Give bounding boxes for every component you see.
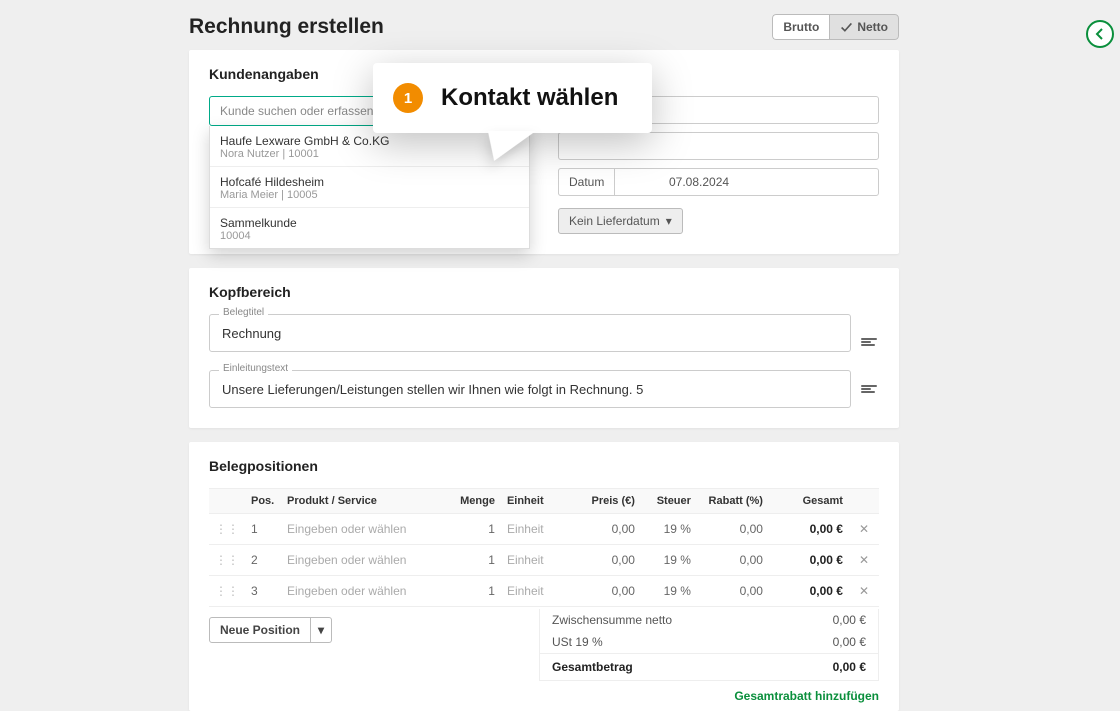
grand-value: 0,00 €	[833, 660, 866, 674]
customer-suggestion-item[interactable]: Sammelkunde 10004	[210, 207, 529, 248]
chevron-down-icon: ▾	[666, 214, 672, 228]
col-pos: Pos.	[245, 489, 281, 514]
drag-handle-icon[interactable]: ⋮⋮	[215, 553, 239, 567]
subtotal-label: Zwischensumme netto	[552, 613, 672, 627]
add-overall-discount-link[interactable]: Gesamtrabatt hinzufügen	[209, 689, 879, 703]
callout-step-badge: 1	[393, 83, 423, 113]
remove-row-icon[interactable]: ✕	[855, 553, 873, 567]
remove-row-icon[interactable]: ✕	[855, 584, 873, 598]
grand-label: Gesamtbetrag	[552, 660, 633, 674]
table-row[interactable]: ⋮⋮ 1 Eingeben oder wählen 1 Einheit 0,00…	[209, 514, 879, 545]
onboarding-callout: 1 Kontakt wählen	[373, 63, 652, 133]
netto-button[interactable]: Netto	[829, 14, 899, 40]
date-field[interactable]: Datum 07.08.2024	[558, 168, 879, 196]
doc-title-label: Belegtitel	[219, 307, 268, 318]
reference-input[interactable]	[559, 139, 878, 153]
col-prod: Produkt / Service	[281, 489, 447, 514]
tax-value: 0,00 €	[833, 635, 866, 649]
drag-handle-icon[interactable]: ⋮⋮	[215, 522, 239, 536]
callout-text: Kontakt wählen	[441, 84, 618, 112]
table-row[interactable]: ⋮⋮ 3 Eingeben oder wählen 1 Einheit 0,00…	[209, 576, 879, 607]
customer-suggestion-item[interactable]: Hofcafé Hildesheim Maria Meier | 10005	[210, 166, 529, 207]
collapse-sidebar-button[interactable]	[1086, 20, 1114, 48]
col-tax: Steuer	[641, 489, 697, 514]
table-row[interactable]: ⋮⋮ 2 Eingeben oder wählen 1 Einheit 0,00…	[209, 545, 879, 576]
items-panel: Belegpositionen Pos. Produkt / Service M…	[189, 442, 899, 711]
doc-title-input[interactable]	[210, 326, 850, 341]
text-options-icon[interactable]	[861, 385, 879, 393]
col-discount: Rabatt (%)	[697, 489, 769, 514]
col-unit: Einheit	[501, 489, 571, 514]
chevron-down-icon: ▾	[318, 623, 324, 637]
no-delivery-date-button[interactable]: Kein Lieferdatum ▾	[558, 208, 683, 234]
remove-row-icon[interactable]: ✕	[855, 522, 873, 536]
items-panel-title: Belegpositionen	[209, 458, 879, 474]
intro-text-label: Einleitungstext	[219, 363, 292, 374]
drag-handle-icon[interactable]: ⋮⋮	[215, 584, 239, 598]
col-qty: Menge	[447, 489, 501, 514]
net-gross-toggle: Brutto Netto	[772, 14, 899, 40]
col-total: Gesamt	[769, 489, 849, 514]
date-label: Datum	[558, 168, 615, 196]
head-panel-title: Kopfbereich	[209, 284, 879, 300]
tax-label: USt 19 %	[552, 635, 603, 649]
intro-text-input[interactable]	[210, 382, 850, 397]
head-panel: Kopfbereich Belegtitel Einleitungstext	[189, 268, 899, 428]
new-position-menu-button[interactable]: ▾	[311, 617, 332, 643]
subtotal-value: 0,00 €	[833, 613, 866, 627]
text-options-icon[interactable]	[861, 338, 879, 346]
brutto-button[interactable]: Brutto	[772, 14, 829, 40]
line-items-table: Pos. Produkt / Service Menge Einheit Pre…	[209, 488, 879, 607]
check-icon	[840, 21, 853, 34]
col-price: Preis (€)	[571, 489, 641, 514]
new-position-button[interactable]: Neue Position	[209, 617, 311, 643]
customer-suggestions-dropdown: Haufe Lexware GmbH & Co.KG Nora Nutzer |…	[209, 126, 530, 249]
chevron-left-icon	[1094, 28, 1106, 40]
reference-field[interactable]	[558, 132, 879, 160]
page-title: Rechnung erstellen	[189, 15, 384, 39]
totals-box: Zwischensumme netto 0,00 € USt 19 % 0,00…	[539, 609, 879, 681]
